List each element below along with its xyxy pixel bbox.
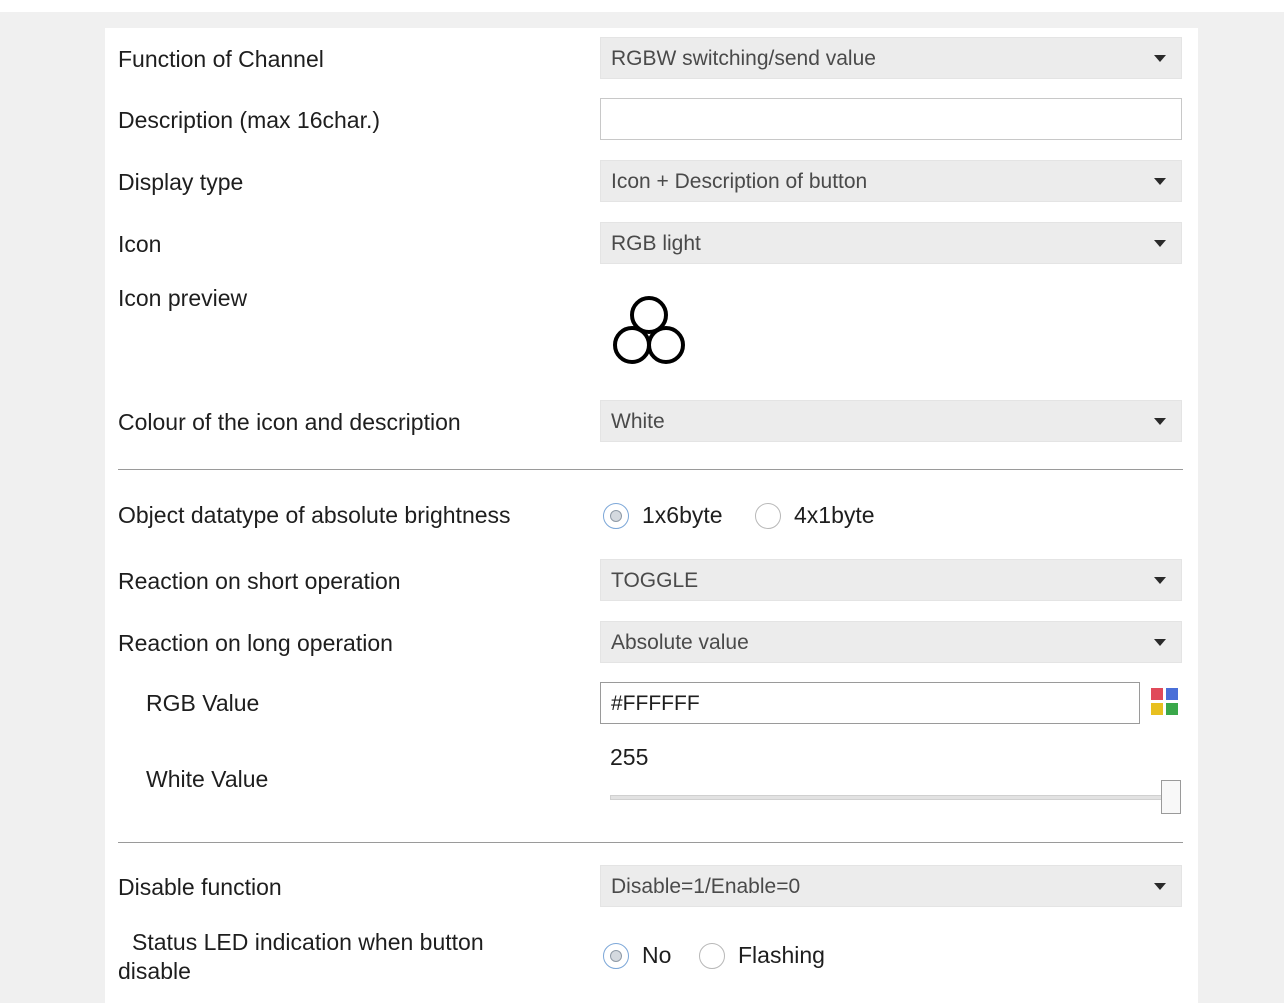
display-type-dropdown[interactable]: Icon + Description of button: [600, 160, 1182, 202]
chevron-down-icon: [1154, 178, 1166, 185]
status-led-label-line1: Status LED indication when button: [132, 929, 484, 955]
white-value-slider-track[interactable]: [610, 795, 1168, 800]
radio-4x1byte[interactable]: [755, 503, 781, 529]
palette-swatch: [1151, 688, 1163, 700]
icon-dropdown[interactable]: RGB light: [600, 222, 1182, 264]
short-operation-dropdown[interactable]: TOGGLE: [600, 559, 1182, 601]
section-divider: [118, 842, 1183, 843]
rgb-value-input[interactable]: #FFFFFF: [600, 682, 1140, 724]
radio-no-label: No: [642, 942, 672, 968]
chevron-down-icon: [1154, 577, 1166, 584]
palette-swatch: [1166, 688, 1178, 700]
display-type-value: Icon + Description of button: [611, 170, 868, 193]
short-operation-value: TOGGLE: [611, 569, 699, 592]
colour-dropdown[interactable]: White: [600, 400, 1182, 442]
white-value-number: 255: [610, 744, 649, 770]
disable-function-dropdown[interactable]: Disable=1/Enable=0: [600, 865, 1182, 907]
rgb-value-text: #FFFFFF: [611, 692, 700, 715]
palette-swatch: [1166, 703, 1178, 715]
function-of-channel-value: RGBW switching/send value: [611, 47, 876, 70]
window-top-strip: [0, 0, 1284, 12]
icon-label: Icon: [118, 231, 162, 257]
function-of-channel-label: Function of Channel: [118, 46, 324, 72]
disable-function-value: Disable=1/Enable=0: [611, 875, 801, 898]
chevron-down-icon: [1154, 240, 1166, 247]
chevron-down-icon: [1154, 418, 1166, 425]
icon-value: RGB light: [611, 232, 701, 255]
radio-1x6byte[interactable]: [603, 503, 629, 529]
white-value-slider-handle[interactable]: [1161, 780, 1181, 814]
section-divider: [118, 469, 1183, 470]
rgb-light-icon: [613, 296, 685, 364]
icon-preview-label: Icon preview: [118, 285, 248, 311]
long-operation-dropdown[interactable]: Absolute value: [600, 621, 1182, 663]
radio-no[interactable]: [603, 943, 629, 969]
palette-swatch: [1151, 703, 1163, 715]
color-palette-icon[interactable]: [1151, 688, 1179, 716]
disable-function-label: Disable function: [118, 874, 282, 900]
rgb-value-label: RGB Value: [146, 690, 260, 716]
display-type-label: Display type: [118, 169, 244, 195]
colour-value: White: [611, 410, 665, 433]
chevron-down-icon: [1154, 883, 1166, 890]
radio-flashing[interactable]: [699, 943, 725, 969]
chevron-down-icon: [1154, 639, 1166, 646]
short-operation-label: Reaction on short operation: [118, 568, 401, 594]
white-value-label: White Value: [146, 766, 269, 792]
long-operation-label: Reaction on long operation: [118, 630, 393, 656]
description-input[interactable]: [600, 98, 1182, 140]
object-datatype-label: Object datatype of absolute brightness: [118, 502, 511, 528]
colour-label: Colour of the icon and description: [118, 409, 461, 435]
description-label: Description (max 16char.): [118, 107, 381, 133]
radio-1x6byte-label: 1x6byte: [642, 502, 723, 528]
radio-4x1byte-label: 4x1byte: [794, 502, 875, 528]
radio-flashing-label: Flashing: [738, 942, 825, 968]
status-led-label-line2: disable: [118, 958, 191, 984]
function-of-channel-dropdown[interactable]: RGBW switching/send value: [600, 37, 1182, 79]
chevron-down-icon: [1154, 55, 1166, 62]
long-operation-value: Absolute value: [611, 631, 749, 654]
